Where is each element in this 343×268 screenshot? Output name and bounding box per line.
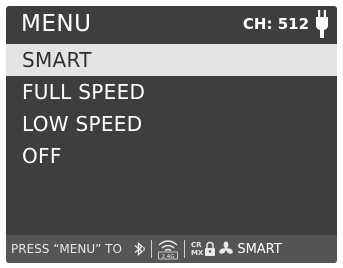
menu-item-smart[interactable]: SMART bbox=[6, 44, 337, 76]
fan-icon bbox=[218, 241, 234, 257]
footer-hint: PRESS “MENU” TO bbox=[11, 242, 122, 256]
menu-title: MENU bbox=[21, 11, 92, 37]
divider bbox=[150, 240, 152, 258]
crmx-line-2: MX bbox=[190, 249, 204, 257]
fan-mode-label: SMART bbox=[237, 241, 282, 257]
menu-list: SMART FULL SPEED LOW SPEED OFF bbox=[6, 44, 337, 172]
status-bar: PRESS “MENU” TO 2.4G CR MX SMART bbox=[6, 235, 337, 263]
menu-item-off[interactable]: OFF bbox=[6, 140, 337, 172]
lock-icon bbox=[204, 241, 216, 257]
crmx-line-1: CR bbox=[190, 241, 202, 249]
channel-indicator: CH: 512 bbox=[243, 10, 329, 38]
menu-item-low-speed[interactable]: LOW SPEED bbox=[6, 108, 337, 140]
plug-icon bbox=[316, 10, 328, 38]
bluetooth-icon bbox=[131, 241, 147, 257]
crmx-indicator: CR MX bbox=[191, 241, 203, 257]
header: MENU CH: 512 bbox=[6, 6, 337, 42]
device-screen: MENU CH: 512 SMART FULL SPEED LOW SPEED … bbox=[6, 6, 337, 263]
band-label: 2.4G bbox=[161, 254, 174, 260]
channel-label: CH: 512 bbox=[242, 15, 309, 33]
wifi-icon: 2.4G bbox=[156, 238, 180, 260]
divider bbox=[183, 240, 185, 258]
menu-item-full-speed[interactable]: FULL SPEED bbox=[6, 76, 337, 108]
